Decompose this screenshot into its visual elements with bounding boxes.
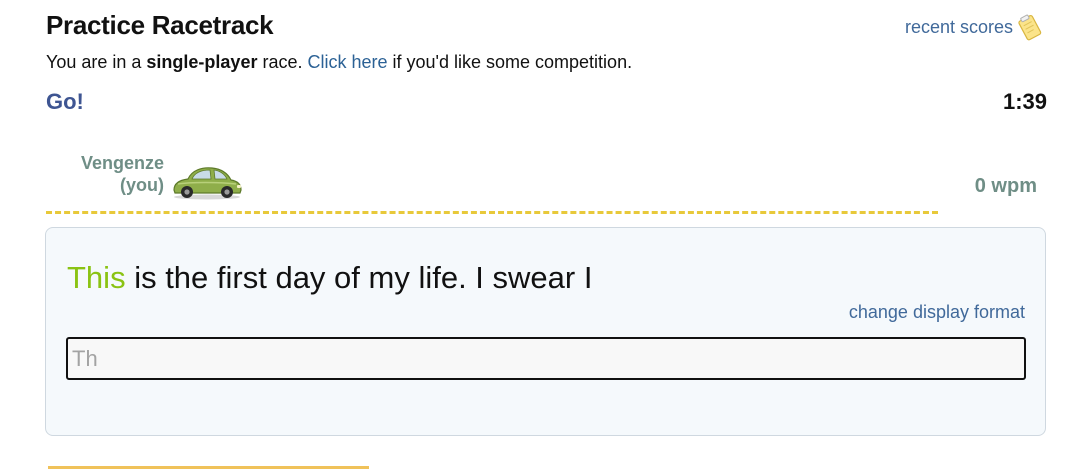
subtitle-middle: race.	[257, 52, 308, 72]
typing-panel: This is the first day of my life. I swea…	[45, 227, 1046, 436]
race-timer: 1:39	[1002, 89, 1047, 114]
race-text: This is the first day of my life. I swea…	[67, 260, 592, 296]
page-title: Practice Racetrack	[46, 10, 274, 40]
change-display-format-link[interactable]: change display format	[849, 302, 1025, 323]
race-status-go: Go!	[46, 89, 84, 114]
recent-scores-link-group[interactable]: recent scores	[905, 12, 1045, 42]
race-track-line	[46, 211, 938, 214]
racer-name: Vengenze (you)	[60, 152, 164, 196]
subtitle-suffix: if you'd like some competition.	[387, 52, 633, 72]
race-mode: single-player	[146, 52, 258, 72]
typed-word: This	[67, 260, 126, 295]
subtitle-prefix: You are in a	[46, 52, 147, 72]
competition-link[interactable]: Click here	[308, 52, 388, 72]
remaining-text: is the first day of my life. I swear I	[125, 260, 593, 295]
racer-wpm: 0 wpm	[974, 175, 1037, 197]
racer-username: Vengenze	[80, 153, 164, 173]
practice-racetrack-page: Practice Racetrack recent scores You are…	[0, 0, 1077, 469]
racer-you-label: (you)	[120, 175, 164, 195]
car-icon	[173, 167, 242, 200]
race-mode-description: You are in a single-player race. Click h…	[46, 52, 632, 73]
clipboard-icon[interactable]	[1015, 12, 1045, 42]
recent-scores-link[interactable]: recent scores	[905, 17, 1013, 38]
typing-input[interactable]	[66, 337, 1026, 380]
